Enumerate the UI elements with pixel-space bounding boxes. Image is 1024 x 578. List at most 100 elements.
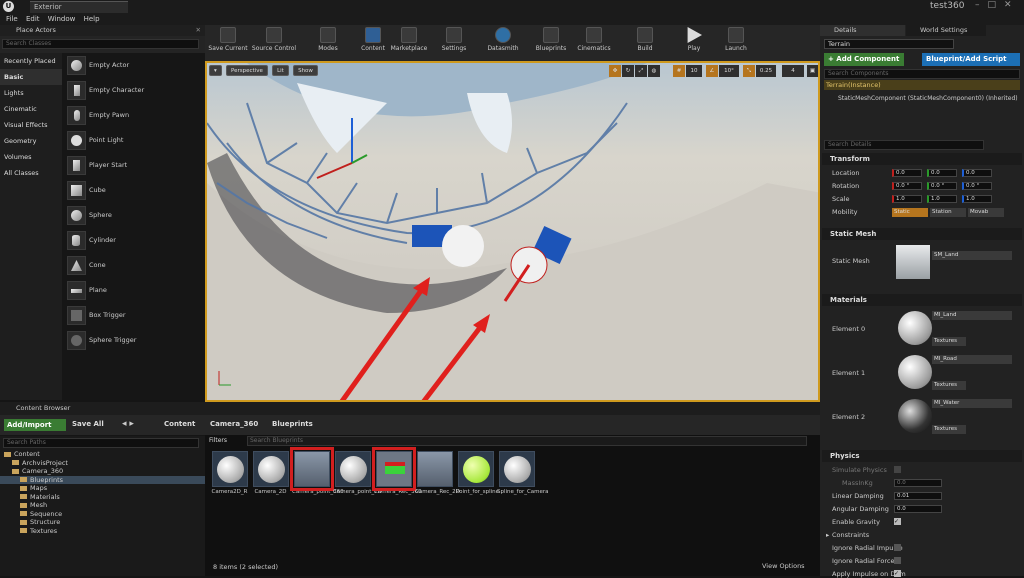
tab-world-settings[interactable]: World Settings [906, 25, 986, 36]
component-row[interactable]: StaticMeshComponent (StaticMeshComponent… [838, 95, 1024, 102]
list-item[interactable]: Empty Actor [62, 53, 205, 78]
blueprints-button[interactable]: Blueprints [533, 27, 569, 52]
rotation-x[interactable]: 0.0 ° [892, 182, 922, 190]
rotation-z[interactable]: 0.0 ° [962, 182, 992, 190]
linear-damping-field[interactable]: 0.01 [894, 492, 942, 500]
list-item[interactable]: Sphere [62, 203, 205, 228]
search-blueprints-input[interactable]: Search Blueprints [247, 436, 807, 446]
instance-row[interactable]: Terrain(Instance) [824, 80, 1020, 90]
menu-help[interactable]: Help [84, 13, 100, 25]
mobility-station[interactable]: Station [930, 208, 966, 217]
list-item[interactable]: Empty Character [62, 78, 205, 103]
category-lights[interactable]: Lights [0, 85, 62, 101]
scale-z[interactable]: 1.0 [962, 195, 992, 203]
add-import-button[interactable]: Add/Import [4, 419, 66, 431]
asset-tile[interactable]: Camera2D_R [210, 451, 249, 507]
tree-folder[interactable]: Structure [0, 518, 205, 527]
category-volumes[interactable]: Volumes [0, 149, 62, 165]
tree-folder[interactable]: ArchvisProject [0, 459, 205, 468]
perspective-button[interactable]: Perspective [226, 65, 268, 76]
search-paths-input[interactable]: Search Paths [3, 438, 199, 448]
grid-size[interactable]: 10 [686, 65, 702, 77]
material-dropdown[interactable]: MI_Water [932, 399, 1012, 408]
category-visual-effects[interactable]: Visual Effects [0, 117, 62, 133]
menu-edit[interactable]: Edit [26, 13, 40, 25]
list-item[interactable]: Point Light [62, 128, 205, 153]
search-classes-input[interactable]: Search Classes [2, 39, 199, 49]
mobility-static[interactable]: Static [892, 208, 928, 217]
material-dropdown[interactable]: MI_Road [932, 355, 1012, 364]
list-item[interactable]: Cone [62, 253, 205, 278]
grid-snap-icon[interactable]: # [673, 65, 685, 77]
level-tab[interactable]: Exterior [30, 1, 128, 13]
show-button[interactable]: Show [293, 65, 318, 76]
category-geometry[interactable]: Geometry [0, 133, 62, 149]
gravity-checkbox[interactable]: ✓ [894, 518, 901, 525]
location-z[interactable]: 0.0 [962, 169, 992, 177]
lit-button[interactable]: Lit [272, 65, 289, 76]
asset-tile[interactable]: Camera_Rec_2D [415, 451, 460, 507]
tree-folder[interactable]: Materials [0, 493, 205, 502]
simulate-checkbox[interactable] [894, 466, 901, 473]
static-mesh-dropdown[interactable]: SM_Land [932, 251, 1012, 260]
camera-speed[interactable]: 4 [782, 65, 804, 77]
tree-folder[interactable]: Camera_360 [0, 467, 205, 476]
tree-folder[interactable]: Mesh [0, 501, 205, 510]
breadcrumb-content[interactable]: Content [164, 420, 195, 428]
scale-icon[interactable]: ⤢ [635, 65, 647, 77]
menu-window[interactable]: Window [48, 13, 76, 25]
list-item[interactable]: Empty Pawn [62, 103, 205, 128]
list-item[interactable]: Sphere Trigger [62, 328, 205, 353]
mass-field[interactable]: 0.0 [894, 479, 942, 487]
maximize-icon[interactable]: ▣ [807, 65, 818, 77]
datasmith-button[interactable]: Datasmith [485, 27, 521, 52]
angle-snap-icon[interactable]: ∠ [706, 65, 718, 77]
static-mesh-section[interactable]: Static Mesh [822, 228, 1022, 240]
save-current-button[interactable]: Save Current [208, 27, 248, 52]
asset-tile[interactable]: Spline_for_Camera [497, 451, 549, 507]
translate-icon[interactable]: ✥ [609, 65, 621, 77]
close-icon[interactable]: ✕ [196, 25, 201, 36]
search-components-input[interactable]: Search Components [824, 69, 1020, 79]
scale-y[interactable]: 1.0 [927, 195, 957, 203]
tree-folder[interactable]: Blueprints [0, 475, 205, 484]
category-basic[interactable]: Basic [0, 69, 62, 85]
textures-dropdown[interactable]: Textures [932, 381, 966, 390]
mobility-movable[interactable]: Movab [968, 208, 1004, 217]
category-cinematic[interactable]: Cinematic [0, 101, 62, 117]
tree-folder[interactable]: Maps [0, 484, 205, 493]
rotate-icon[interactable]: ↻ [622, 65, 634, 77]
asset-tile[interactable]: Camera_2D [251, 451, 290, 507]
level-viewport[interactable]: ▾ Perspective Lit Show ✥ ↻ ⤢ ◍ # 10 ∠ 10… [205, 61, 820, 402]
tree-folder[interactable]: Sequence [0, 510, 205, 519]
material-dropdown[interactable]: MI_Land [932, 311, 1012, 320]
list-item[interactable]: Cube [62, 178, 205, 203]
angular-damping-field[interactable]: 0.0 [894, 505, 942, 513]
asset-tile[interactable]: Camera_point_360 [289, 447, 344, 507]
transform-section[interactable]: Transform [822, 153, 1022, 165]
source-control-button[interactable]: Source Control [250, 27, 298, 52]
tree-folder[interactable]: Content [0, 450, 205, 459]
marketplace-button[interactable]: Marketplace [389, 27, 429, 52]
actor-name-field[interactable]: Terrain [824, 39, 954, 49]
modes-button[interactable]: Modes [313, 27, 343, 52]
tree-folder[interactable]: Textures [0, 527, 205, 536]
list-item[interactable]: Player Start [62, 153, 205, 178]
build-button[interactable]: Build [630, 27, 660, 52]
scale-size[interactable]: 0.25 [756, 65, 776, 77]
location-x[interactable]: 0.0 [892, 169, 922, 177]
asset-tile[interactable]: Point_for_spline [456, 451, 499, 507]
list-item[interactable]: Plane [62, 278, 205, 303]
category-recently-placed[interactable]: Recently Placed [0, 53, 62, 69]
window-controls[interactable]: –□✕ [975, 0, 1020, 10]
radial-force-checkbox[interactable] [894, 557, 901, 564]
menu-file[interactable]: File [6, 13, 18, 25]
blueprint-script-button[interactable]: Blueprint/Add Script [922, 53, 1020, 66]
launch-button[interactable]: Launch [721, 27, 751, 52]
search-details-input[interactable]: Search Details [824, 140, 984, 150]
list-item[interactable]: Box Trigger [62, 303, 205, 328]
materials-section[interactable]: Materials [822, 294, 1022, 306]
tab-details[interactable]: Details [820, 25, 905, 36]
rotation-y[interactable]: 0.0 ° [927, 182, 957, 190]
textures-dropdown[interactable]: Textures [932, 425, 966, 434]
